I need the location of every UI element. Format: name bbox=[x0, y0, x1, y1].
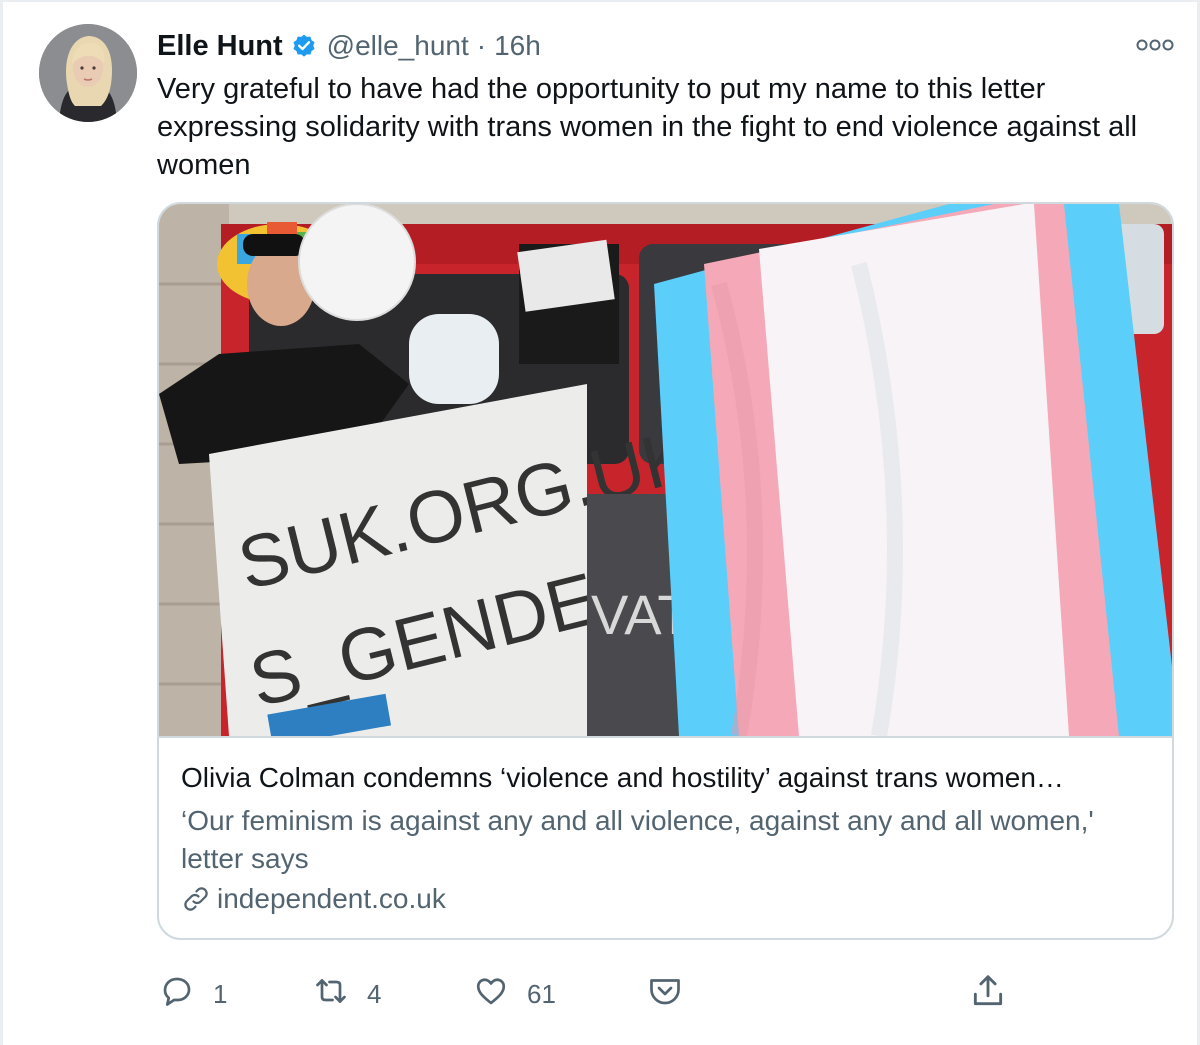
like-count: 61 bbox=[527, 978, 556, 1009]
bookmark-pocket-icon bbox=[645, 973, 685, 1016]
like-button[interactable]: 61 bbox=[473, 974, 556, 1014]
retweet-icon bbox=[313, 973, 349, 1016]
share-button[interactable] bbox=[969, 974, 1007, 1014]
card-domain-text: independent.co.uk bbox=[217, 883, 446, 914]
card-domain[interactable]: independent.co.uk bbox=[181, 881, 446, 917]
tweet-header: Elle Hunt @elle_hunt · 16h bbox=[157, 28, 541, 64]
card-description: ‘Our feminism is against any and all vio… bbox=[181, 805, 1094, 874]
reply-icon bbox=[159, 973, 195, 1016]
share-icon bbox=[969, 972, 1007, 1017]
heart-icon bbox=[473, 973, 509, 1016]
tweet-timestamp[interactable]: 16h bbox=[494, 30, 541, 62]
author-name[interactable]: Elle Hunt bbox=[157, 30, 283, 63]
card-title[interactable]: Olivia Colman condemns ‘violence and hos… bbox=[181, 760, 1156, 796]
card-image: SUK.ORG.UK S_GENDER VAT IRE bbox=[159, 204, 1172, 736]
card-divider bbox=[159, 736, 1172, 738]
header-separator: · bbox=[476, 30, 487, 61]
link-card[interactable]: SUK.ORG.UK S_GENDER VAT IRE Olivia Colma… bbox=[157, 202, 1174, 940]
verified-badge-icon bbox=[291, 33, 317, 59]
reply-count: 1 bbox=[213, 978, 228, 1009]
tweet-text: Very grateful to have had the opportunit… bbox=[157, 73, 1138, 181]
retweet-button[interactable]: 4 bbox=[313, 974, 381, 1014]
bookmark-button[interactable] bbox=[645, 974, 685, 1014]
author-handle[interactable]: @elle_hunt bbox=[327, 30, 469, 62]
tweet[interactable]: Elle Hunt @elle_hunt · 16h Very grateful… bbox=[0, 0, 1200, 1045]
more-options-icon[interactable] bbox=[1135, 36, 1175, 54]
retweet-count: 4 bbox=[367, 978, 382, 1009]
link-icon bbox=[181, 884, 211, 914]
avatar[interactable] bbox=[39, 24, 137, 122]
reply-button[interactable]: 1 bbox=[159, 974, 227, 1014]
avatar-photo bbox=[39, 24, 137, 122]
